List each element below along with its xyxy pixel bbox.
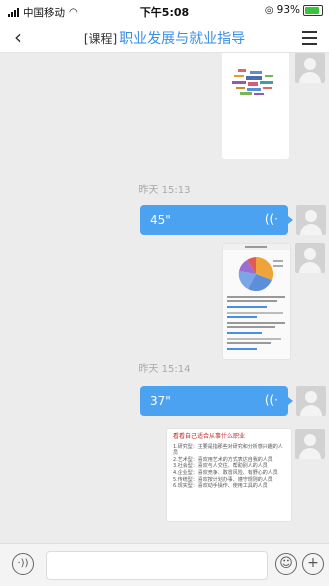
course-name: 职业发展与就业指导 — [119, 31, 246, 47]
timestamp: 昨天 15:13 — [138, 185, 191, 196]
avatar[interactable] — [295, 243, 325, 273]
message-input[interactable] — [46, 551, 268, 580]
chat-area[interactable]: 昨天 15:13 45" ((· 昨天 15:14 37" ((· 看看自己适合… — [0, 53, 329, 543]
voice-input-icon[interactable]: ·)) — [12, 553, 34, 575]
page-title: [课程] 职业发展与就业指导 — [0, 28, 329, 48]
voice-duration: 45" — [150, 213, 171, 227]
pie-screenshot-image — [223, 244, 290, 359]
avatar[interactable] — [296, 205, 326, 235]
avatar[interactable] — [295, 53, 325, 83]
plus-icon[interactable]: + — [302, 553, 324, 575]
image-message-document[interactable]: 看看自己适合从事什么职业 1.研究型：主要是指那些对研究和分析感兴趣的人员 2.… — [166, 428, 292, 522]
chat-header: ‹ [课程] 职业发展与就业指导 — [0, 22, 329, 53]
voice-wave-icon: ((· — [264, 212, 278, 226]
voice-duration: 37" — [150, 394, 171, 408]
image-message-pie-screenshot[interactable] — [222, 243, 291, 360]
avatar[interactable] — [295, 429, 325, 459]
timestamp: 昨天 15:14 — [138, 364, 191, 375]
voice-message[interactable]: 45" ((· — [140, 205, 293, 235]
doc-line: 4.企业型：喜欢竞争、敢冒风险、有野心的人员 — [173, 469, 278, 476]
voice-message[interactable]: 37" ((· — [140, 386, 293, 416]
doc-line: 1.研究型：主要是指那些对研究和分析感兴趣的人员 — [173, 443, 283, 457]
input-bar: ·)) ☺ + — [0, 543, 329, 586]
course-tag: [课程] — [83, 32, 118, 46]
emoji-icon[interactable]: ☺ — [275, 553, 297, 575]
doc-line: 3.社会型：喜欢与人交往、帮助别人的人员 — [173, 463, 268, 470]
lock-rotation-icon: ◎ — [264, 4, 274, 16]
status-bar: 中国移动 ◠ 下午5:08 ◎ 93% — [0, 0, 329, 22]
battery-percent: 93% — [276, 4, 300, 16]
doc-title: 看看自己适合从事什么职业 — [173, 433, 246, 440]
wordcloud-image — [222, 53, 289, 159]
voice-wave-icon: ((· — [264, 393, 278, 407]
hamburger-menu-icon[interactable] — [302, 31, 317, 49]
doc-line: 6.现实型：喜欢动手操作、使用工具的人员 — [173, 483, 268, 490]
image-message-wordcloud[interactable] — [222, 53, 289, 159]
avatar[interactable] — [296, 386, 326, 416]
battery-icon — [303, 4, 323, 16]
